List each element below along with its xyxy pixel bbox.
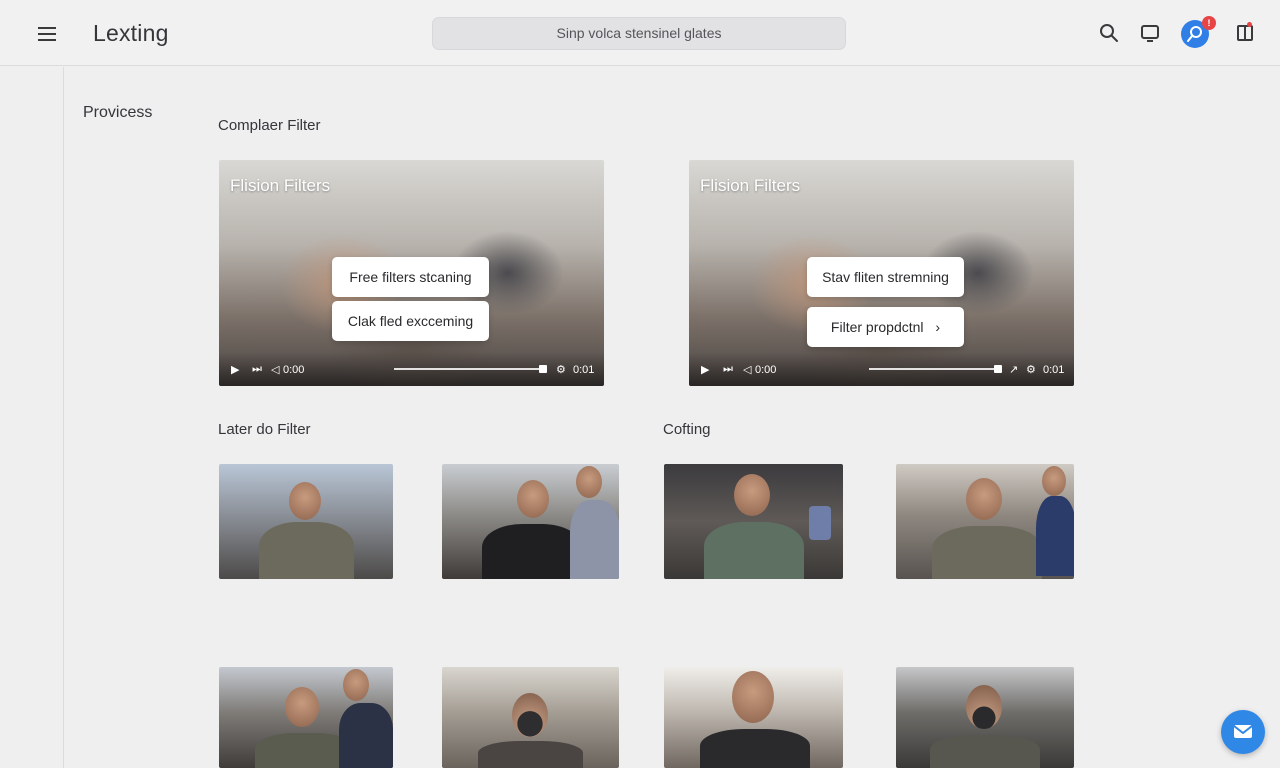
time-elapsed: 0:00 xyxy=(755,364,777,376)
photo-thumbnail[interactable] xyxy=(664,464,843,579)
app-title: Lexting xyxy=(93,20,169,46)
filter-option-button[interactable]: Free filters stcaning xyxy=(332,257,489,297)
section-title-lower-right: Cofting xyxy=(663,421,711,438)
video-player-1[interactable]: Flision Filters Free filters stcaning Cl… xyxy=(219,160,604,386)
panel-icon[interactable] xyxy=(1232,20,1258,46)
cast-icon[interactable] xyxy=(1137,20,1163,46)
mail-icon xyxy=(1233,725,1253,738)
share-icon[interactable]: ↗ xyxy=(1009,363,1018,376)
volume-icon[interactable]: ◁ xyxy=(271,363,279,376)
message-button[interactable] xyxy=(1221,710,1265,754)
top-bar: Lexting Sinp volca stensinel glates ! xyxy=(0,0,1280,66)
photo-thumbnail[interactable] xyxy=(219,667,393,768)
progress-handle[interactable] xyxy=(539,365,547,373)
photo-thumbnail[interactable] xyxy=(896,667,1074,768)
photo-thumbnail[interactable] xyxy=(664,667,843,768)
video-title: Flision Filters xyxy=(230,176,331,195)
volume-icon[interactable]: ◁ xyxy=(743,363,751,376)
search-input[interactable]: Sinp volca stensinel glates xyxy=(432,17,846,50)
settings-icon[interactable]: ⚙ xyxy=(556,363,566,376)
filter-product-button[interactable]: Filter propdctnl › xyxy=(807,307,964,347)
notification-badge: ! xyxy=(1202,16,1216,30)
photo-thumbnail[interactable] xyxy=(442,464,619,579)
next-icon[interactable]: ⏭ xyxy=(723,363,733,376)
play-icon[interactable]: ▶ xyxy=(701,363,709,376)
section-title-top: Complaer Filter xyxy=(218,117,321,134)
time-elapsed: 0:00 xyxy=(283,364,305,376)
video-controls: ▶ ⏭ ◁ 0:00 ↗ ⚙ 0:01 xyxy=(689,352,1074,386)
time-total: 0:01 xyxy=(573,364,595,376)
progress-bar[interactable] xyxy=(394,368,544,370)
video-title: Flision Filters xyxy=(700,176,801,195)
video-controls: ▶ ⏭ ◁ 0:00 ⚙ 0:01 xyxy=(219,352,604,386)
sidebar-label[interactable]: Provicess xyxy=(83,104,152,122)
photo-thumbnail[interactable] xyxy=(219,464,393,579)
sidebar xyxy=(0,67,64,768)
photo-thumbnail[interactable] xyxy=(442,667,619,768)
chevron-right-icon: › xyxy=(935,319,941,335)
settings-icon[interactable]: ⚙ xyxy=(1026,363,1036,376)
section-title-lower-left: Later do Filter xyxy=(218,421,311,438)
progress-bar[interactable] xyxy=(869,368,999,370)
video-player-2[interactable]: Flision Filters Stav fliten stremning Fi… xyxy=(689,160,1074,386)
filter-product-label: Filter propdctnl xyxy=(830,319,924,335)
search-icon[interactable] xyxy=(1096,20,1122,46)
filter-option-button[interactable]: Stav fliten stremning xyxy=(807,257,964,297)
time-total: 0:01 xyxy=(1043,364,1065,376)
filter-option-button[interactable]: Clak fled excceming xyxy=(332,301,489,341)
menu-icon[interactable] xyxy=(34,22,60,46)
photo-thumbnail[interactable] xyxy=(896,464,1074,579)
next-icon[interactable]: ⏭ xyxy=(252,363,262,376)
progress-handle[interactable] xyxy=(994,365,1002,373)
play-icon[interactable]: ▶ xyxy=(231,363,239,376)
